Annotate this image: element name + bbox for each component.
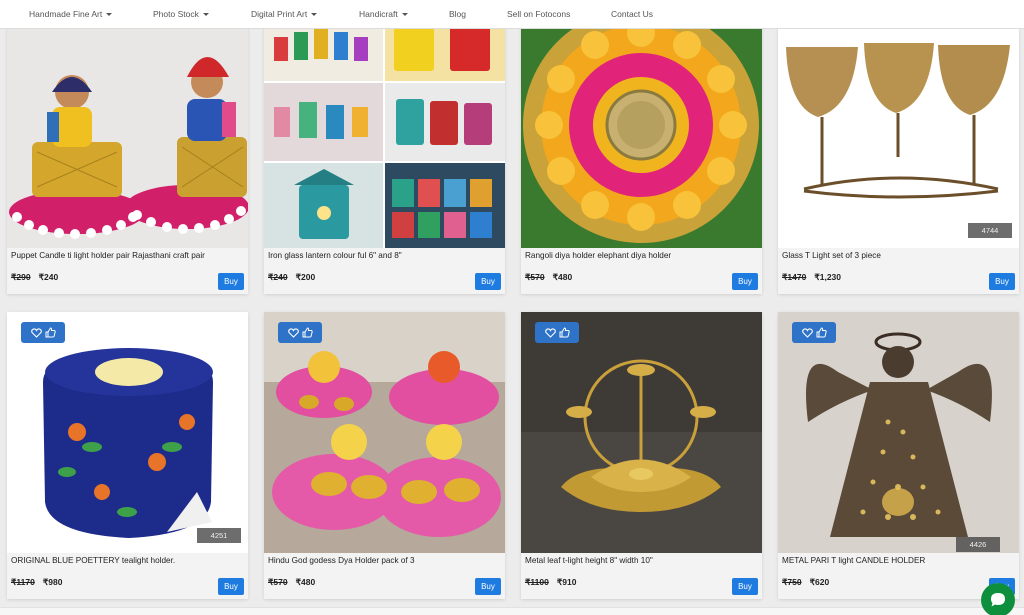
- original-price: ₹570: [525, 272, 545, 282]
- product-image[interactable]: [7, 7, 248, 248]
- buy-button[interactable]: Buy: [732, 578, 758, 595]
- buy-button[interactable]: Buy: [989, 273, 1015, 290]
- product-title[interactable]: Puppet Candle ti light holder pair Rajas…: [11, 251, 205, 260]
- chevron-down-icon: [106, 13, 113, 16]
- product-image[interactable]: [264, 7, 505, 248]
- sale-price: ₹620: [809, 577, 830, 587]
- nav-contact-us[interactable]: Contact Us: [611, 0, 653, 29]
- buy-button[interactable]: Buy: [475, 273, 501, 290]
- product-code: 4251: [197, 528, 241, 543]
- sale-price: ₹480: [552, 272, 573, 282]
- product-code: 4744: [968, 223, 1012, 238]
- product-image[interactable]: 4251: [7, 312, 248, 553]
- product-title[interactable]: Rangoli diya holder elephant diya holder: [525, 251, 671, 260]
- thumbs-up-icon: [816, 327, 827, 338]
- wishlist-button[interactable]: [21, 322, 65, 343]
- product-code: 4426: [956, 537, 1000, 552]
- nav-photo-stock[interactable]: Photo Stock: [153, 0, 209, 29]
- heart-icon: [30, 327, 42, 338]
- chevron-down-icon: [311, 13, 318, 16]
- product-price: ₹570 ₹480: [268, 577, 315, 588]
- product-price: ₹290 ₹240: [11, 272, 58, 283]
- chevron-down-icon: [401, 13, 408, 16]
- nav-label: Contact Us: [611, 9, 654, 19]
- buy-button[interactable]: Buy: [218, 578, 244, 595]
- product-card[interactable]: 4744 Glass T Light set of 3 piece ₹1470 ₹…: [778, 7, 1019, 294]
- chat-bubble-icon: [991, 593, 1005, 607]
- product-image[interactable]: [521, 312, 762, 553]
- top-navigation: Handmade Fine Art Photo Stock Digital Pr…: [0, 0, 1024, 29]
- product-title[interactable]: Iron glass lantern colour ful 6" and 8": [268, 251, 402, 260]
- original-price: ₹1470: [782, 272, 807, 282]
- product-price: ₹1170 ₹980: [11, 577, 62, 588]
- nav-label: Photo Stock: [153, 9, 199, 19]
- nav-label: Handicraft: [359, 9, 398, 19]
- sale-price: ₹480: [295, 577, 316, 587]
- product-card[interactable]: Rangoli diya holder elephant diya holder…: [521, 7, 762, 294]
- product-card[interactable]: 4251 ORIGINAL BLUE POETTERY tealight hol…: [7, 312, 248, 599]
- product-image[interactable]: 4744: [778, 7, 1019, 248]
- product-price: ₹750 ₹620: [782, 577, 829, 588]
- sale-price: ₹980: [42, 577, 63, 587]
- product-title[interactable]: Glass T Light set of 3 piece: [782, 251, 881, 260]
- nav-handmade-fine-art[interactable]: Handmade Fine Art: [29, 0, 113, 29]
- product-image[interactable]: 4426: [778, 312, 1019, 553]
- sale-price: ₹910: [556, 577, 577, 587]
- original-price: ₹1100: [525, 577, 549, 587]
- nav-label: Handmade Fine Art: [29, 9, 103, 19]
- buy-button[interactable]: Buy: [475, 578, 501, 595]
- product-title[interactable]: ORIGINAL BLUE POETTERY tealight holder.: [11, 556, 175, 565]
- product-price: ₹1470 ₹1,230: [782, 272, 841, 283]
- sale-price: ₹1,230: [814, 272, 842, 282]
- sale-price: ₹240: [38, 272, 59, 282]
- product-card[interactable]: Iron glass lantern colour ful 6" and 8" …: [264, 7, 505, 294]
- product-image[interactable]: [521, 7, 762, 248]
- nav-label: Blog: [449, 9, 467, 19]
- nav-label: Digital Print Art: [251, 9, 308, 19]
- thumbs-up-icon: [302, 327, 313, 338]
- product-card[interactable]: 4426 METAL PARI T light CANDLE HOLDER ₹7…: [778, 312, 1019, 599]
- nav-sell-on-fotocons[interactable]: Sell on Fotocons: [507, 0, 570, 29]
- product-price: ₹570 ₹480: [525, 272, 572, 283]
- buy-button[interactable]: Buy: [218, 273, 244, 290]
- heart-icon: [801, 327, 813, 338]
- chevron-down-icon: [202, 13, 209, 16]
- nav-blog[interactable]: Blog: [449, 0, 466, 29]
- buy-button[interactable]: Buy: [732, 273, 758, 290]
- original-price: ₹240: [268, 272, 288, 282]
- product-card[interactable]: Hindu God godess Dya Holder pack of 3 ₹5…: [264, 312, 505, 599]
- product-title[interactable]: METAL PARI T light CANDLE HOLDER: [782, 556, 925, 565]
- chat-button[interactable]: [981, 583, 1015, 615]
- horizontal-scrollbar[interactable]: [0, 607, 1024, 615]
- original-price: ₹290: [11, 272, 31, 282]
- product-card[interactable]: Metal leaf t-light height 8" width 10" ₹…: [521, 312, 762, 599]
- sale-price: ₹200: [295, 272, 316, 282]
- product-price: ₹240 ₹200: [268, 272, 315, 283]
- product-image[interactable]: [264, 312, 505, 553]
- product-title[interactable]: Hindu God godess Dya Holder pack of 3: [268, 556, 415, 565]
- wishlist-button[interactable]: [792, 322, 836, 343]
- thumbs-up-icon: [559, 327, 570, 338]
- original-price: ₹1170: [11, 577, 35, 587]
- wishlist-button[interactable]: [535, 322, 579, 343]
- original-price: ₹570: [268, 577, 288, 587]
- heart-icon: [287, 327, 299, 338]
- nav-digital-print-art[interactable]: Digital Print Art: [251, 0, 318, 29]
- product-card[interactable]: Puppet Candle ti light holder pair Rajas…: [7, 7, 248, 294]
- product-price: ₹1100 ₹910: [525, 577, 576, 588]
- wishlist-button[interactable]: [278, 322, 322, 343]
- nav-handicraft[interactable]: Handicraft: [359, 0, 408, 29]
- original-price: ₹750: [782, 577, 802, 587]
- product-title[interactable]: Metal leaf t-light height 8" width 10": [525, 556, 653, 565]
- nav-label: Sell on Fotocons: [507, 9, 571, 19]
- heart-icon: [544, 327, 556, 338]
- thumbs-up-icon: [45, 327, 56, 338]
